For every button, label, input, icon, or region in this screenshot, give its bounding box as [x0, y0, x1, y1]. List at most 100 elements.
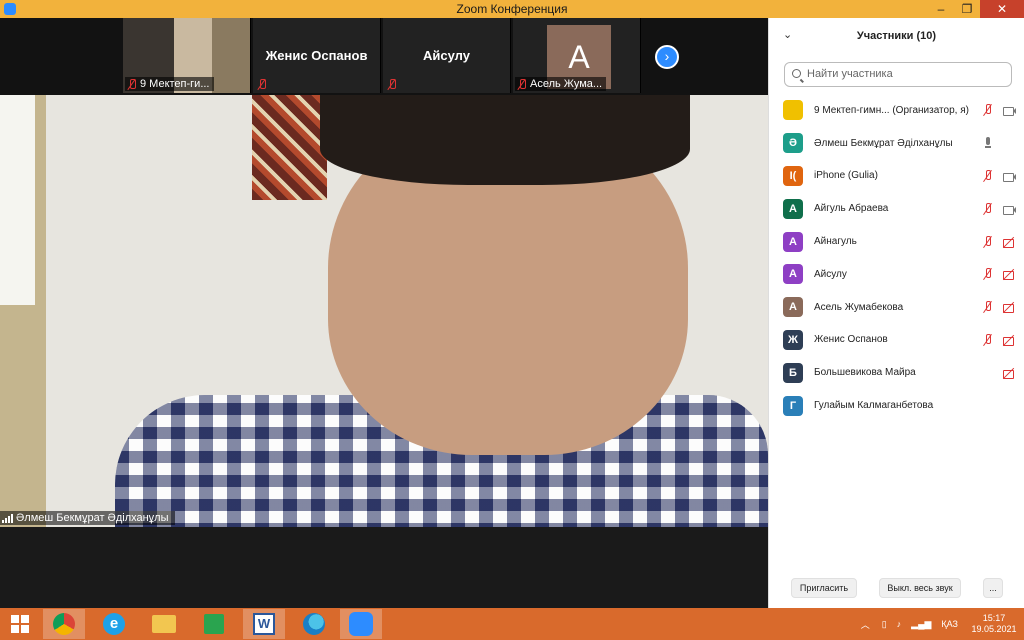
participant-row[interactable]: I(iPhone (Gulia) — [769, 160, 1024, 193]
video-camera-off-icon — [1003, 236, 1015, 248]
mic-muted-icon — [127, 78, 137, 90]
volume-icon[interactable]: ♪ — [897, 619, 902, 629]
clock[interactable]: 15:17 19.05.2021 — [964, 613, 1024, 635]
gallery-strip: 9 Мектеп-ги... Женис Оспанов Айсулу А Ас… — [0, 18, 768, 95]
participant-status — [982, 192, 1016, 225]
speaker-name: Әлмеш Бекмұрат Әділханұлы — [16, 512, 169, 524]
avatar: Б — [783, 362, 803, 383]
avatar: Г — [783, 395, 803, 416]
participant-row[interactable]: Ә Әлмеш Бекмұрат Әділханұлы — [769, 127, 1024, 160]
video-paper — [0, 95, 35, 305]
zoom-icon — [349, 612, 373, 636]
participant-row[interactable]: А Айсулу — [769, 258, 1024, 291]
internet-explorer-icon: e — [103, 613, 125, 635]
window-title: Zoom Конференция — [456, 2, 568, 16]
thumb-name: Женис Оспанов — [265, 48, 368, 63]
thumb-label — [385, 78, 401, 91]
microphone-muted-icon — [982, 268, 994, 280]
thumb-label: 9 Мектеп-ги... — [125, 77, 214, 91]
chrome-icon — [53, 613, 75, 635]
next-page-button[interactable]: › — [655, 45, 679, 69]
participant-name: Айсулу — [814, 268, 847, 280]
system-tray: ︿ ▯ ♪ ▂▄▆ ҚАЗ 15:17 19.05.2021 — [861, 608, 1024, 640]
video-camera-off-icon — [1003, 367, 1015, 379]
taskbar-explorer[interactable] — [143, 609, 185, 639]
gallery-thumb[interactable]: 9 Мектеп-ги... — [123, 18, 251, 93]
folder-icon — [152, 615, 176, 633]
windows-icon — [11, 615, 29, 633]
participant-row[interactable]: Ж Женис Оспанов — [769, 324, 1024, 357]
video-hair — [320, 95, 690, 185]
participant-row[interactable]: А Айнагуль — [769, 225, 1024, 258]
mic-muted-icon — [517, 78, 527, 90]
start-button[interactable] — [0, 609, 40, 639]
mic-muted-icon — [387, 79, 397, 90]
more-button[interactable]: ... — [983, 578, 1003, 598]
thumb-label: Асель Жума... — [515, 77, 607, 91]
panel-footer: Пригласить Выкл. весь звук ... — [769, 568, 1024, 608]
microphone-muted-icon — [982, 202, 994, 215]
participant-name: 9 Мектеп-гимн... (Организатор, я) — [814, 104, 969, 116]
avatar: I( — [783, 165, 803, 186]
mute-all-button[interactable]: Выкл. весь звук — [879, 578, 961, 598]
video-camera-icon — [1003, 104, 1016, 117]
participant-status — [982, 225, 1015, 258]
thumb-label — [255, 78, 271, 91]
participant-status — [982, 258, 1015, 291]
network-icon[interactable]: ▯ — [882, 619, 887, 630]
store-icon — [204, 614, 224, 634]
taskbar-edge[interactable] — [293, 609, 335, 639]
panel-title: Участники (10) — [856, 30, 937, 42]
microphone-muted-icon — [982, 301, 994, 313]
microphone-muted-icon — [982, 333, 994, 346]
search-icon — [792, 69, 801, 78]
gallery-thumb[interactable]: Женис Оспанов — [253, 18, 381, 93]
clock-time: 15:17 — [982, 613, 1006, 623]
avatar: А — [783, 297, 803, 318]
microphone-icon — [982, 137, 994, 149]
invite-button[interactable]: Пригласить — [791, 578, 857, 598]
participant-row[interactable]: А Айгуль Абраева — [769, 192, 1024, 225]
participant-status — [982, 94, 1016, 127]
chevron-up-icon[interactable]: ︿ — [861, 618, 870, 631]
taskbar-chrome[interactable] — [43, 609, 85, 639]
video-camera-icon — [1003, 170, 1016, 182]
avatar: А — [783, 231, 803, 252]
gallery-thumb[interactable]: Айсулу — [383, 18, 511, 93]
participant-row[interactable]: Б Большевикова Майра — [769, 356, 1024, 389]
participant-status — [982, 324, 1015, 357]
video-camera-off-icon — [1003, 301, 1015, 314]
taskbar-ie[interactable]: e — [93, 609, 135, 639]
active-speaker-video: Әлмеш Бекмұрат Әділханұлы — [0, 95, 768, 527]
participant-row[interactable]: Г Гулайым Калмаганбетова — [769, 389, 1024, 422]
language-indicator[interactable]: ҚАЗ — [941, 619, 958, 629]
close-button[interactable]: ✕ — [980, 0, 1024, 18]
participant-list: 9 Мектеп-гимн... (Организатор, я) Ә Әлмеш … — [769, 94, 1024, 422]
signal-icon — [2, 513, 13, 523]
avatar: А — [783, 198, 803, 219]
participant-name: Гулайым Калмаганбетова — [814, 400, 934, 412]
participant-name: Айгуль Абраева — [814, 203, 889, 215]
minimize-button[interactable]: – — [928, 0, 954, 18]
taskbar-word[interactable]: W — [243, 609, 285, 639]
taskbar-zoom[interactable] — [340, 609, 382, 639]
participant-name: Женис Оспанов — [814, 334, 888, 346]
participant-status — [982, 291, 1015, 324]
microphone-muted-icon — [982, 169, 994, 182]
taskbar-store[interactable] — [193, 609, 235, 639]
microphone-muted-icon — [982, 104, 994, 116]
video-bottom-area — [0, 527, 768, 608]
participant-name: Айнагуль — [814, 236, 857, 248]
participant-row[interactable]: 9 Мектеп-гимн... (Организатор, я) — [769, 94, 1024, 127]
microphone-muted-icon — [982, 235, 994, 248]
participant-name: Большевикова Майра — [814, 367, 916, 379]
gallery-thumb[interactable]: А Асель Жума... — [513, 18, 641, 93]
participant-status — [982, 389, 1015, 422]
participant-row[interactable]: А Асель Жумабекова — [769, 291, 1024, 324]
thumb-name: Айсулу — [423, 48, 470, 63]
restore-button[interactable]: ❐ — [954, 0, 980, 18]
signal-icon[interactable]: ▂▄▆ — [911, 619, 931, 630]
avatar: А — [783, 264, 803, 285]
search-input[interactable]: Найти участника — [784, 62, 1012, 87]
edge-icon — [303, 613, 325, 635]
